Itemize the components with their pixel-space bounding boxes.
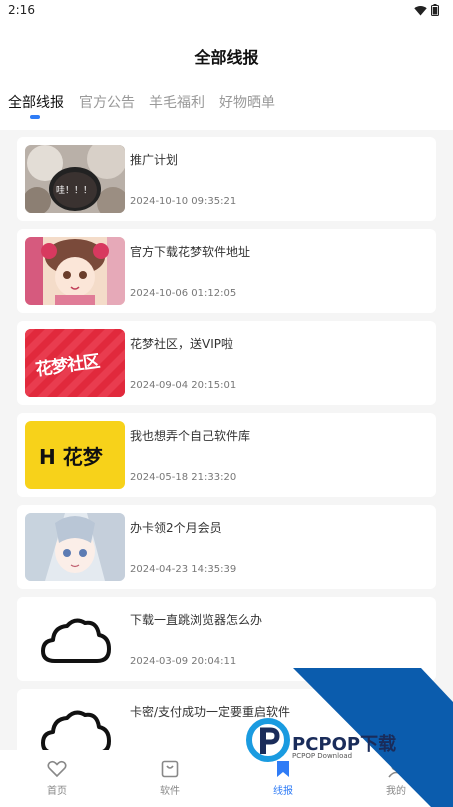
post-thumbnail [25,513,125,581]
post-thumbnail: 花梦社区 [25,329,125,397]
watermark-subtitle: PCPOP Download [292,752,353,760]
post-card[interactable]: 花梦社区 花梦社区，送VIP啦 2024-09-04 20:15:01 [17,321,436,405]
post-thumbnail: 哇！！！ [25,145,125,213]
post-date: 2024-10-10 09:35:21 [130,196,237,207]
thumbnail-caption: H 花梦 [39,445,103,469]
post-card[interactable]: 办卡领2个月会员 2024-04-23 14:35:39 [17,505,436,589]
post-thumbnail [25,237,125,305]
nav-label: 首页 [47,786,67,797]
post-date: 2024-04-23 14:35:39 [130,564,237,575]
watermark-p-icon [246,718,290,762]
post-date: 2024-10-06 01:12:05 [130,288,237,299]
tab-freebies[interactable]: 羊毛福利 [149,92,205,112]
post-date: 2024-05-18 21:33:20 [130,472,237,483]
nav-software[interactable]: 软件 [140,760,200,797]
page-title: 全部线报 [194,48,259,67]
tab-announcements[interactable]: 官方公告 [79,92,135,112]
cloud-icon [41,618,111,663]
post-date: 2024-09-04 20:15:01 [130,380,237,391]
tab-showcase[interactable]: 好物晒单 [219,92,275,112]
category-tabs: 全部线报 官方公告 羊毛福利 好物晒单 [0,84,453,130]
nav-label: 软件 [160,786,180,797]
status-time: 2:16 [8,3,35,17]
status-icons [414,4,439,16]
tab-all-deals[interactable]: 全部线报 [8,92,64,112]
post-card[interactable]: 哇！！！ 推广计划 2024-10-10 09:35:21 [17,137,436,221]
battery-icon [431,4,439,16]
bookmark-icon [277,761,289,777]
thumbnail-caption: 哇！！！ [56,186,93,196]
post-thumbnail [25,605,125,673]
header: 全部线报 [0,22,453,84]
post-card[interactable]: H 花梦 我也想弄个自己软件库 2024-05-18 21:33:20 [17,413,436,497]
post-date: 2024-03-09 20:04:11 [130,656,237,667]
heart-icon [47,760,67,778]
wifi-icon [414,5,427,15]
post-title: 办卡领2个月会员 [130,521,222,535]
tab-active-indicator [30,115,40,119]
post-title: 花梦社区，送VIP啦 [130,337,233,351]
post-title: 官方下载花梦软件地址 [130,245,251,259]
post-title: 下载一直跳浏览器怎么办 [130,613,263,627]
status-bar: 2:16 [0,0,453,22]
post-card[interactable]: 官方下载花梦软件地址 2024-10-06 01:12:05 [17,229,436,313]
bag-icon [161,760,179,778]
post-title: 我也想弄个自己软件库 [130,429,251,443]
post-thumbnail: H 花梦 [25,421,125,489]
post-title: 推广计划 [130,153,179,167]
nav-home[interactable]: 首页 [27,760,87,797]
